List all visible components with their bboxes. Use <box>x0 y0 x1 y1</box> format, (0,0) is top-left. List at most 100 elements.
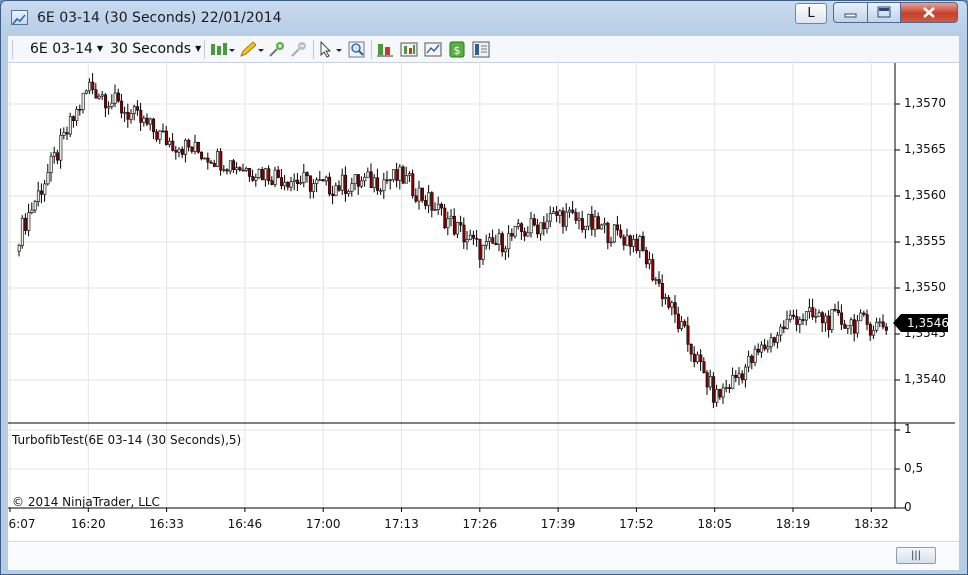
candle-body <box>696 354 700 363</box>
candle-body <box>379 190 383 192</box>
bar-type-icon[interactable] <box>209 41 235 58</box>
candle-body <box>46 172 50 185</box>
strategies-icon[interactable] <box>400 41 418 58</box>
price-tick-label: 1,3570 <box>904 96 946 110</box>
candle-body <box>68 116 72 135</box>
candle-body <box>612 224 616 243</box>
candle-body <box>436 203 440 210</box>
candle-body <box>395 169 399 181</box>
osc-tick-label: 1 <box>904 422 912 436</box>
candle-body <box>148 118 152 125</box>
candle-body <box>753 348 757 363</box>
magnifier-icon[interactable] <box>348 41 366 58</box>
candle-body <box>596 216 600 230</box>
candle-body <box>664 297 668 300</box>
candle-body <box>145 117 149 125</box>
candle-body <box>683 321 687 327</box>
candle-body <box>315 179 319 184</box>
candle-body <box>241 169 245 172</box>
candle-body <box>273 169 277 185</box>
candle-body <box>238 167 242 171</box>
candle-body <box>561 210 565 227</box>
time-tick-label: 17:52 <box>619 517 654 531</box>
price-chart[interactable] <box>8 63 959 541</box>
interval-selector[interactable]: 30 Seconds ▼ <box>110 41 201 57</box>
indicators-icon[interactable] <box>424 41 442 58</box>
candle-body <box>385 179 389 182</box>
candle-body <box>360 180 364 187</box>
candle-body <box>824 315 828 324</box>
osc-tick-label: 0,5 <box>904 461 924 475</box>
link-button[interactable]: L <box>795 3 827 24</box>
candle-body <box>331 193 335 196</box>
candle-body <box>456 222 460 235</box>
candle-body <box>139 109 143 123</box>
candle-body <box>731 374 735 389</box>
candle-body <box>555 211 559 216</box>
candle-body <box>376 177 380 191</box>
candle-body <box>520 223 524 232</box>
candle-body <box>744 366 748 381</box>
candle-body <box>417 187 421 202</box>
current-price-label: 1,3546 <box>901 314 949 332</box>
candle-body <box>171 140 175 151</box>
candle-body <box>430 192 434 211</box>
candle-body <box>56 152 60 161</box>
panel-icon[interactable] <box>472 41 490 58</box>
zoom-out-icon[interactable] <box>290 41 308 58</box>
time-tick-label: 17:13 <box>384 517 419 531</box>
scrollbar-thumb[interactable]: ||| <box>896 547 936 564</box>
candle-body <box>609 241 613 244</box>
candle-body <box>856 320 860 334</box>
candle-body <box>577 218 581 221</box>
close-button[interactable] <box>900 2 958 23</box>
indicator-label: TurbofibTest(6E 03-14 (30 Seconds),5) <box>12 433 242 447</box>
cursor-pointer-icon[interactable] <box>318 41 344 58</box>
candle-body <box>337 185 341 191</box>
candle-body <box>670 302 674 308</box>
candle-body <box>344 174 348 194</box>
candle-body <box>72 116 76 121</box>
candle-body <box>500 233 504 253</box>
instrument-selector[interactable]: 6E 03-14 ▼ <box>30 41 103 57</box>
svg-text:$: $ <box>454 44 461 57</box>
properties-dollar-icon[interactable]: $ <box>448 41 466 58</box>
candle-body <box>833 308 837 311</box>
chart-panel[interactable]: 1,3570 1,3565 1,3560 1,3555 1,3550 1,3545 1,35… <box>8 63 959 541</box>
candle-body <box>779 326 783 336</box>
candle-body <box>465 239 469 243</box>
price-tick-label: 1,3550 <box>904 280 946 294</box>
candle-body <box>545 220 549 230</box>
title-bar[interactable]: 6E 03-14 (30 Seconds) 22/01/2014 L <box>1 1 967 35</box>
candle-body <box>785 318 789 329</box>
toolbar-separator <box>204 40 205 59</box>
maximize-button[interactable] <box>867 2 901 23</box>
candle-body <box>728 387 732 389</box>
candle-body <box>219 151 223 171</box>
candle-body <box>123 111 127 114</box>
candle-body <box>340 174 344 191</box>
chart-toolbar: 6E 03-14 ▼ 30 Seconds ▼ $ <box>8 36 959 63</box>
price-tick-label: 1,3565 <box>904 142 946 156</box>
candle-body <box>107 106 111 109</box>
data-box-icon[interactable] <box>376 41 394 58</box>
candle-body <box>248 168 252 177</box>
candle-body <box>776 334 780 343</box>
candle-body <box>420 187 424 201</box>
candle-body <box>120 100 124 114</box>
candle-body <box>52 152 56 157</box>
candle-body <box>324 176 328 182</box>
toolbar-separator <box>371 40 372 59</box>
candle-body <box>689 344 693 355</box>
toolbar-separator <box>313 40 314 59</box>
candle-body <box>584 225 588 230</box>
horizontal-scrollbar[interactable]: ||| <box>8 541 959 570</box>
candle-body <box>651 259 655 281</box>
zoom-in-icon[interactable] <box>268 41 286 58</box>
pencil-draw-icon[interactable] <box>238 41 264 58</box>
candle-body <box>84 90 88 94</box>
candle-body <box>302 172 306 183</box>
candle-body <box>369 171 373 189</box>
candle-body <box>814 316 818 318</box>
minimize-button[interactable] <box>833 2 868 23</box>
